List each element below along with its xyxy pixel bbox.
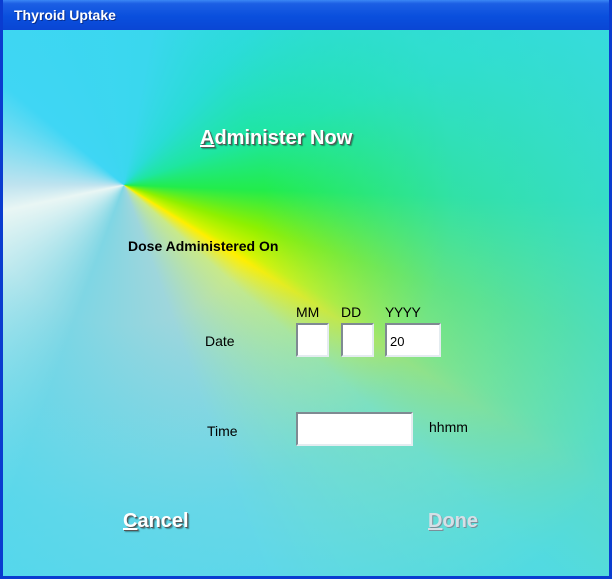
dd-column-header: DD [341,304,362,320]
background-gradient [3,30,609,576]
mm-column-header: MM [296,304,320,320]
time-input[interactable] [296,412,413,446]
cancel-mnemonic: C [123,510,138,532]
administer-now-mnemonic: A [200,127,215,149]
date-month-input[interactable] [296,323,329,357]
done-label: one [442,510,479,532]
thyroid-uptake-window: Thyroid Uptake Administer Now Dose Admin… [0,0,612,579]
cancel-button[interactable]: Cancel [123,510,189,533]
time-label: Time [207,423,238,439]
cancel-label: ancel [137,510,189,532]
dialog-body: Administer Now Dose Administered On MM D… [3,30,609,576]
title-bar[interactable]: Thyroid Uptake [3,0,609,30]
administer-now-label: dminister Now [214,127,353,149]
done-mnemonic: D [428,510,443,532]
date-label: Date [205,333,235,349]
dose-administered-heading: Dose Administered On [128,238,279,254]
yyyy-column-header: YYYY [385,304,421,320]
administer-now-button[interactable]: Administer Now [200,127,352,150]
window-title: Thyroid Uptake [14,7,116,23]
done-button[interactable]: Done [428,510,478,533]
date-year-input[interactable] [385,323,441,357]
date-day-input[interactable] [341,323,374,357]
time-format-hint: hhmm [429,419,468,435]
